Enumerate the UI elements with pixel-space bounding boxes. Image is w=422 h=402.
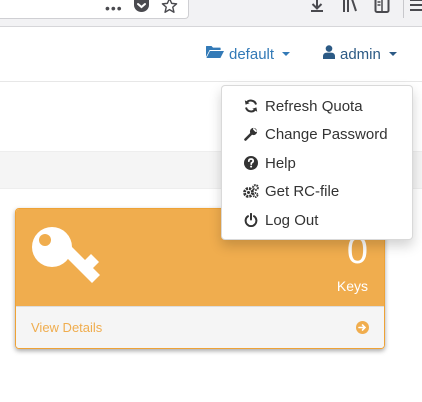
project-label: default — [229, 45, 275, 63]
cogs-icon — [241, 184, 261, 198]
chevron-down-icon — [282, 52, 291, 56]
arrow-circle-right-icon[interactable] — [356, 321, 369, 334]
menu-item-label: Get RC-file — [265, 182, 340, 200]
more-dots-icon[interactable]: ••• — [105, 0, 123, 16]
menu-item-get-rc-file[interactable]: Get RC-file — [222, 177, 412, 205]
browser-toolbar: ••• — [0, 0, 422, 27]
wrench-icon — [241, 127, 261, 141]
key-icon — [28, 223, 116, 292]
view-details-link[interactable]: View Details — [31, 320, 102, 335]
menu-item-label: Refresh Quota — [265, 97, 363, 115]
library-icon[interactable] — [342, 0, 358, 19]
menu-item-change-password[interactable]: Change Password — [222, 120, 412, 148]
menu-item-label: Change Password — [265, 125, 388, 143]
menu-icon[interactable] — [410, 0, 422, 19]
bookmark-star-icon[interactable] — [161, 0, 178, 19]
menu-item-label: Help — [265, 154, 296, 172]
project-selector[interactable]: default — [206, 45, 291, 63]
top-navbar: default admin — [0, 27, 422, 82]
user-menu-toggle[interactable]: admin — [323, 45, 397, 63]
power-icon — [241, 213, 261, 227]
reader-view-icon[interactable] — [374, 0, 390, 19]
toolbar-separator — [403, 0, 404, 18]
menu-item-label: Log Out — [265, 211, 319, 229]
chevron-down-icon — [388, 52, 397, 56]
user-dropdown-menu: Refresh Quota Change Password Help Get R… — [221, 85, 413, 240]
menu-item-refresh-quota[interactable]: Refresh Quota — [222, 92, 412, 120]
pocket-icon[interactable] — [133, 0, 150, 19]
user-icon — [323, 45, 335, 63]
folder-open-icon — [206, 45, 224, 63]
panel-footer[interactable]: View Details — [16, 306, 384, 348]
menu-item-log-out[interactable]: Log Out — [222, 206, 412, 234]
user-label: admin — [340, 45, 381, 63]
refresh-icon — [241, 99, 261, 113]
menu-item-help[interactable]: Help — [222, 149, 412, 177]
download-icon[interactable] — [309, 0, 325, 19]
question-circle-icon — [241, 156, 261, 170]
keys-label: Keys — [336, 278, 368, 294]
